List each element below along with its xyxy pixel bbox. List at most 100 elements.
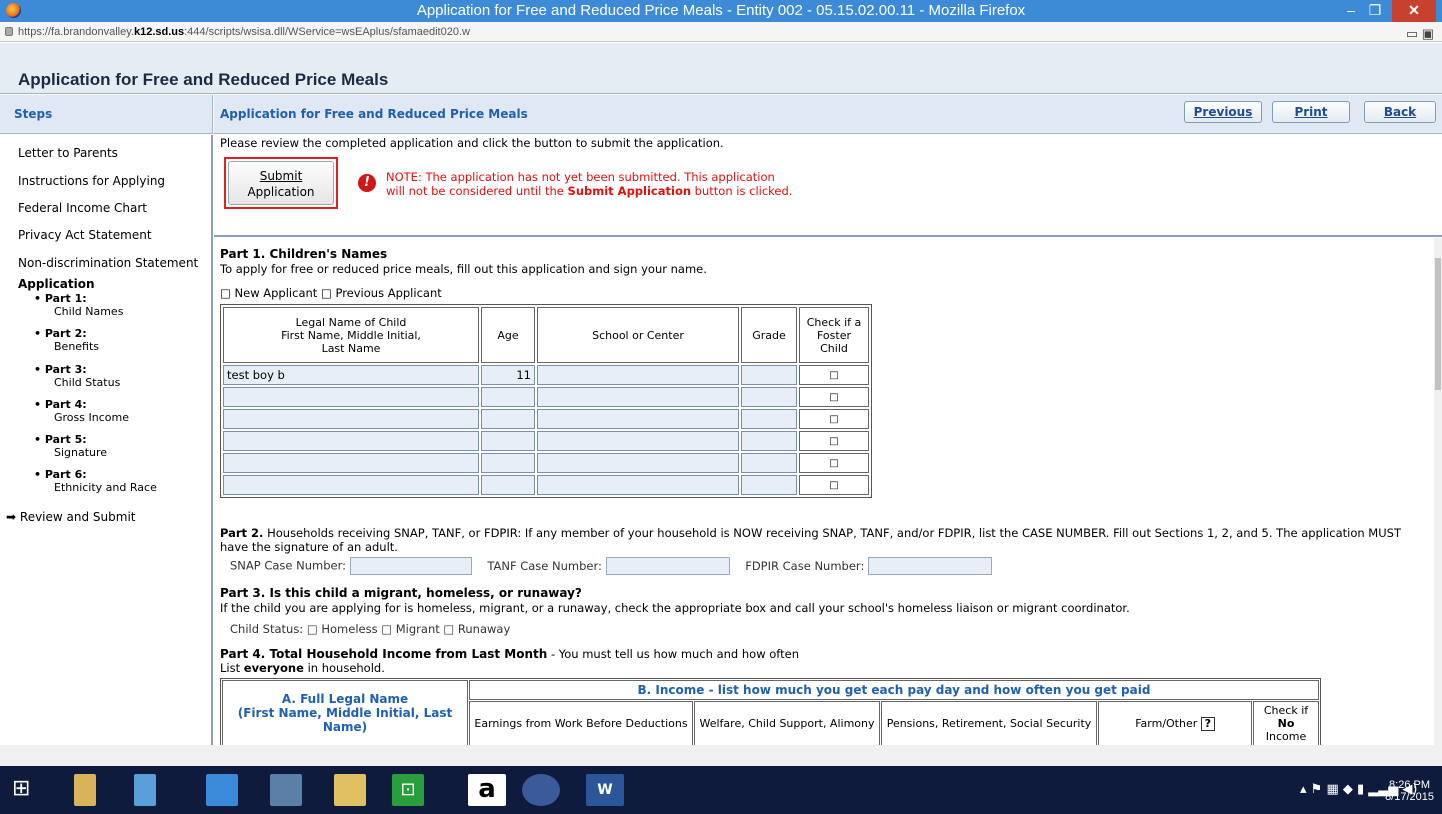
foster-checkbox[interactable]: □ [799,409,869,429]
child-name-input[interactable] [223,409,479,429]
clock[interactable]: 8:26 PM 8/17/2015 [1385,779,1434,803]
child-age-input[interactable] [481,409,535,429]
content-header: Application for Free and Reduced Price M… [214,95,1442,134]
child-grade-input[interactable] [741,387,797,407]
applicant-type-checkboxes[interactable]: □ New Applicant □ Previous Applicant [220,286,442,300]
child-grade-input[interactable] [741,431,797,451]
sidebar-item-letter[interactable]: Letter to Parents [18,146,118,160]
folder-icon[interactable] [334,774,366,806]
submit-notice: Please review the completed application … [214,135,1442,237]
content-title: Application for Free and Reduced Price M… [220,107,528,121]
child-age-input[interactable] [481,431,535,451]
lock-icon [5,27,13,36]
case-numbers: SNAP Case Number: TANF Case Number: FDPI… [230,557,992,575]
tanf-case-input[interactable] [605,557,730,575]
table-row: □ [223,475,869,495]
part-name: Child Names [54,305,124,318]
child-grade-input[interactable] [741,475,797,495]
file-explorer-icon[interactable] [74,774,96,806]
col-income-group: B. Income - list how much you get each p… [469,680,1319,700]
child-school-input[interactable] [537,387,739,407]
part4-title-suffix: - You must tell us how much and how ofte… [547,647,800,661]
child-name-input[interactable] [223,387,479,407]
windows-taskbar: ⊞ ⊡ a W ▴ ⚑ ▦ ◆ ▮ ▂▃▅ ◀) 8:26 PM 8/17/201… [0,766,1442,814]
submit-application-button[interactable]: Submit Application [224,157,338,209]
child-age-input[interactable] [481,475,535,495]
list-bold: everyone [243,661,304,675]
child-name-input[interactable] [223,431,479,451]
snap-case-input[interactable] [349,557,472,575]
table-row: □ [223,453,869,473]
list-pre: List [220,661,244,675]
child-school-input[interactable] [537,453,739,473]
sidebar-item-nondiscrimination[interactable]: Non-discrimination Statement [18,256,198,270]
child-name-input[interactable] [223,475,479,495]
url-prefix: https://fa.brandonvalley. [18,26,134,38]
print-button[interactable]: Print [1272,101,1350,123]
child-school-input[interactable] [537,365,739,385]
child-name-input[interactable]: test boy b [223,365,479,385]
part3-desc: If the child you are applying for is hom… [220,601,1130,615]
sidebar-part-1[interactable]: • Part 1: Child Names [34,292,123,318]
network-app-icon[interactable] [270,774,302,806]
review-instruction: Please review the completed application … [220,136,724,150]
sidebar-part-3[interactable]: • Part 3: Child Status [34,363,120,389]
firefox-taskbar-icon[interactable] [522,774,560,806]
form-scrollbar[interactable] [1434,238,1442,745]
store-icon[interactable]: ⊡ [392,774,424,806]
sidebar-part-6[interactable]: • Part 6: Ethnicity and Race [34,468,157,494]
child-grade-input[interactable] [741,453,797,473]
control-panel-icon[interactable] [206,774,238,806]
child-status-checkboxes[interactable]: Child Status: □ Homeless □ Migrant □ Run… [230,622,510,636]
part-name: Gross Income [54,411,129,424]
part-name: Signature [54,446,108,459]
part3-title: Part 3. Is this child a migrant, homeles… [220,586,582,600]
back-button[interactable]: Back [1364,101,1436,123]
part2-label: Part 2. [220,526,264,540]
help-icon[interactable]: ? [1200,716,1215,731]
child-age-input[interactable]: 11 [481,365,535,385]
foster-checkbox[interactable]: □ [799,475,869,495]
sidebar-item-review[interactable]: ➡ Review and Submit [6,510,135,524]
part-label: • Part 2: [34,327,87,340]
sidebar-part-5[interactable]: • Part 5: Signature [34,433,107,459]
sidebar-item-instructions[interactable]: Instructions for Applying [18,174,165,188]
child-school-input[interactable] [537,409,739,429]
foster-checkbox[interactable]: □ [799,453,869,473]
child-age-input[interactable] [481,453,535,473]
part-label: • Part 6: [34,468,87,481]
foster-checkbox[interactable]: □ [799,365,869,385]
foster-checkbox[interactable]: □ [799,387,869,407]
submit-label-2: Application [247,185,315,199]
child-name-input[interactable] [223,453,479,473]
address-bar[interactable]: https://fa.brandonvalley.k12.sd.us:444/s… [0,22,1442,42]
warning-icon: ! [358,174,376,192]
child-age-input[interactable] [481,387,535,407]
window-title: Application for Free and Reduced Price M… [416,2,1026,19]
tanf-label: TANF Case Number: [487,558,602,573]
scrollbar-thumb[interactable] [1435,258,1441,390]
sidebar-item-income-chart[interactable]: Federal Income Chart [18,201,147,215]
child-grade-input[interactable] [741,365,797,385]
foster-checkbox[interactable]: □ [799,431,869,451]
part1-desc: To apply for free or reduced price meals… [220,262,707,276]
amazon-icon[interactable]: a [468,774,506,806]
document-app-icon[interactable] [134,774,156,806]
word-icon[interactable]: W [586,774,624,806]
close-icon[interactable]: ✕ [1392,0,1436,22]
fdpir-case-input[interactable] [867,557,992,575]
sidebar-item-privacy[interactable]: Privacy Act Statement [18,228,152,242]
minimize-icon[interactable]: – [1340,0,1362,22]
child-school-input[interactable] [537,431,739,451]
previous-button[interactable]: Previous [1184,101,1262,123]
app-header: Application for Free and Reduced Price M… [0,43,1442,94]
sidebar-part-4[interactable]: • Part 4: Gross Income [34,398,129,424]
windows-start-icon[interactable]: ⊞ [12,774,44,806]
child-school-input[interactable] [537,475,739,495]
child-grade-input[interactable] [741,409,797,429]
part-name: Ethnicity and Race [54,481,157,494]
sidebar-part-2[interactable]: • Part 2: Benefits [34,327,99,353]
restore-icon[interactable]: ❐ [1362,0,1388,22]
reader-view-icon[interactable]: ▭ ▣ [1406,24,1434,44]
steps-sidebar: Letter to Parents Instructions for Apply… [0,135,213,745]
